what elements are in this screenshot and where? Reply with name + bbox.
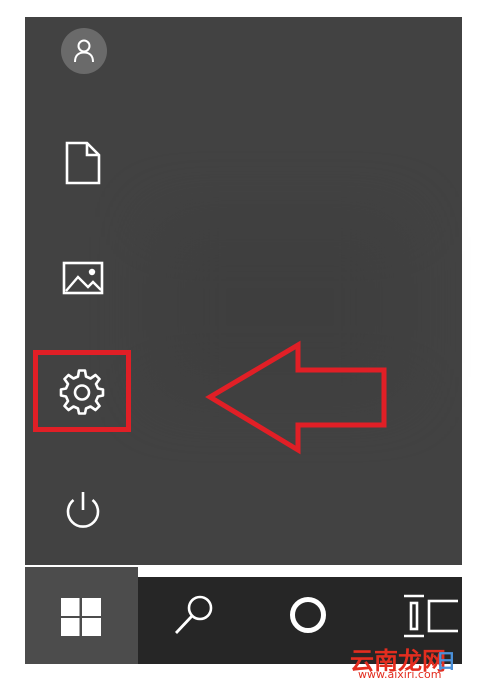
- search-button[interactable]: [170, 590, 220, 640]
- pictures-button[interactable]: [60, 258, 106, 298]
- user-icon: [74, 39, 94, 63]
- cortana-icon: [290, 597, 326, 633]
- power-button[interactable]: [60, 488, 106, 534]
- document-icon: [65, 141, 101, 185]
- settings-highlight-box: [33, 350, 131, 432]
- windows-logo-icon: [61, 598, 101, 636]
- watermark-url: www.aixiri.com: [358, 668, 442, 681]
- search-icon: [174, 595, 213, 634]
- user-account-button[interactable]: [61, 28, 107, 74]
- cortana-button[interactable]: [285, 592, 331, 638]
- task-view-icon: [404, 594, 458, 638]
- pictures-icon: [62, 261, 104, 295]
- start-button[interactable]: [25, 567, 138, 664]
- task-view-button[interactable]: [398, 590, 458, 642]
- power-icon: [66, 492, 100, 528]
- red-arrow-annotation: [205, 340, 387, 455]
- watermark: 云南龙网 日 www.aixiri.com: [348, 641, 484, 681]
- documents-button[interactable]: [62, 140, 104, 186]
